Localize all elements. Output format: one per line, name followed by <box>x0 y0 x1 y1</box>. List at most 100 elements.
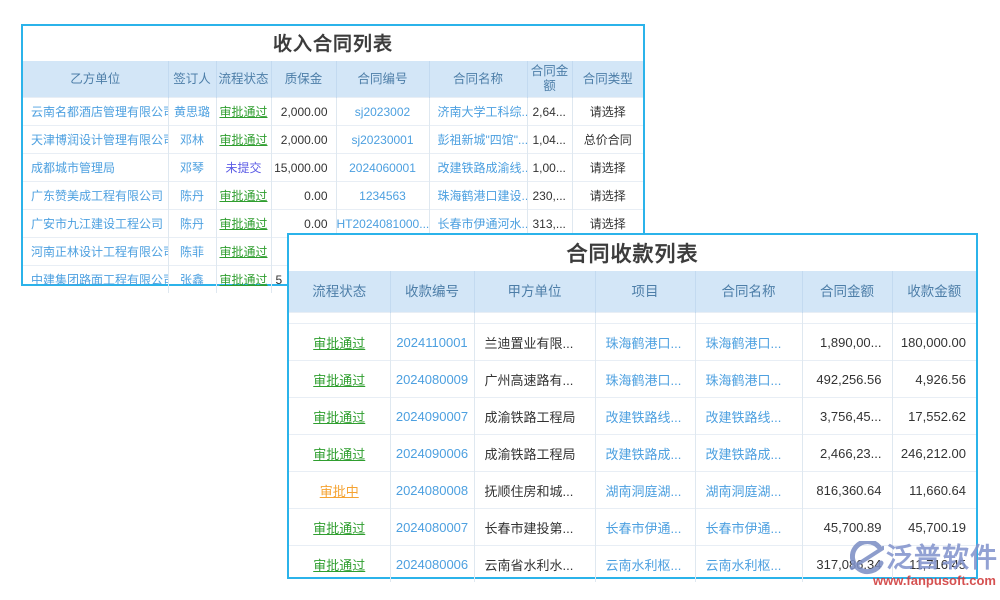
cell-receipt-amount: 45,700.19 <box>908 520 966 535</box>
brand-url: www.fanpusoft.com <box>850 573 998 588</box>
cell-contract-name[interactable]: 彭祖新城"四馆"... <box>438 133 528 147</box>
cell-contract-name[interactable]: 珠海鹤港口建设... <box>438 189 528 203</box>
column-header: 合同金额 <box>527 61 572 98</box>
cell-signer[interactable]: 陈丹 <box>180 189 204 203</box>
table-row[interactable]: 审批通过 2024080007 长春市建投第... 长春市伊通... 长春市伊通... 4… <box>289 509 976 546</box>
cell-process-status[interactable]: 审批通过 <box>219 105 267 119</box>
cell-contract-type[interactable]: 请选择 <box>590 105 626 119</box>
cell-project[interactable]: 改建铁路线... <box>606 410 682 425</box>
cell-project[interactable]: 改建铁路成... <box>606 447 682 462</box>
table-row[interactable]: 广东赞美成工程有限公司陈丹审批通过0.001234563珠海鹤港口建设...23… <box>23 182 643 210</box>
column-header: 收款编号 <box>390 271 474 313</box>
cell-contract-amount: 2,466,23... <box>820 446 881 461</box>
cell-signer[interactable]: 邓琴 <box>180 161 204 175</box>
cell-contract-name[interactable]: 长春市伊通河水... <box>438 217 528 231</box>
cell-process-status[interactable]: 审批通过 <box>313 558 365 573</box>
cell-signer[interactable]: 邓林 <box>180 133 204 147</box>
cell-receipt-number[interactable]: 2024080007 <box>396 520 468 535</box>
column-header: 合同编号 <box>336 61 429 98</box>
cell-contract-number[interactable]: HT2024081000... <box>337 217 430 231</box>
cell-contract-amount: 1,00... <box>533 161 566 175</box>
column-header: 项目 <box>595 271 695 313</box>
cell-process-status[interactable]: 审批中 <box>320 484 359 499</box>
cell-process-status[interactable]: 审批通过 <box>313 373 365 388</box>
cell-receipt-number[interactable]: 2024080006 <box>396 557 468 572</box>
cell-process-status[interactable]: 审批通过 <box>313 336 365 351</box>
cell-contract-name[interactable]: 济南大学工科综... <box>438 105 528 119</box>
cell-contract-number[interactable]: 2024060001 <box>349 161 416 175</box>
cell-contract-name[interactable]: 改建铁路成渝线... <box>438 161 528 175</box>
table-row[interactable]: 审批通过2024080009广州高速路有...珠海鹤港口...珠海鹤港口...4… <box>289 361 976 398</box>
cell-party-b-unit[interactable]: 云南名都酒店管理有限公司 <box>31 105 168 119</box>
cell-contract-number[interactable]: 1234563 <box>359 189 406 203</box>
cell-contract-name[interactable]: 珠海鹤港口... <box>706 373 782 388</box>
cell-signer[interactable]: 张鑫 <box>180 273 204 287</box>
column-header: 合同金额 <box>802 271 892 313</box>
cell-project[interactable]: 珠海鹤港口... <box>606 373 682 388</box>
cell-contract-amount: 2,64... <box>533 105 566 119</box>
cell-project[interactable]: 长春市伊通... <box>606 521 682 536</box>
cell-contract-amount: 816,360.64 <box>816 483 881 498</box>
cell-process-status[interactable]: 审批通过 <box>313 447 365 462</box>
table-row[interactable]: 审批中2024080008抚顺住房和城...湖南洞庭湖...湖南洞庭湖...81… <box>289 472 976 509</box>
cell-receipt-number[interactable]: 2024090006 <box>396 446 468 461</box>
cell-process-status[interactable]: 审批通过 <box>219 189 267 203</box>
cell-signer[interactable]: 黄思璐 <box>174 105 210 119</box>
table-row[interactable]: 审批通过2024110001兰迪置业有限...珠海鹤港口...珠海鹤港口...1… <box>289 324 976 361</box>
cell-receipt-number[interactable]: 2024080008 <box>396 483 468 498</box>
cell-contract-name[interactable]: 云南水利枢... <box>706 558 782 573</box>
window-title: 收入合同列表 <box>23 26 643 61</box>
table-header-row: 乙方单位签订人流程状态质保金合同编号合同名称合同金额合同类型 <box>23 61 643 98</box>
table-row[interactable]: 云南名都酒店管理有限公司黄思璐审批通过2,000.00sj2023002济南大学… <box>23 98 643 126</box>
cell-party-a-unit: 兰迪置业有限... <box>485 336 574 351</box>
cell-party-b-unit[interactable]: 中建集团路面工程有限公司 <box>31 273 168 287</box>
cell-contract-number[interactable]: sj2023002 <box>355 105 410 119</box>
cell-party-b-unit[interactable]: 广安市九江建设工程公司 <box>31 217 163 231</box>
cell-process-status[interactable]: 审批通过 <box>219 217 267 231</box>
table-row[interactable]: 成都城市管理局邓琴未提交15,000.002024060001改建铁路成渝线..… <box>23 154 643 182</box>
cell-party-a-unit: 长春市建投第... <box>485 521 574 536</box>
cell-contract-type[interactable]: 请选择 <box>590 161 626 175</box>
cell-party-b-unit[interactable]: 广东赞美成工程有限公司 <box>31 189 163 203</box>
cell-warranty-deposit: 2,000.00 <box>281 133 328 147</box>
cell-project[interactable]: 珠海鹤港口... <box>606 336 682 351</box>
cell-project[interactable]: 湖南洞庭湖... <box>606 484 682 499</box>
column-header: 签订人 <box>168 61 216 98</box>
cell-receipt-number[interactable]: 2024090007 <box>396 409 468 424</box>
cell-receipt-number[interactable]: 2024110001 <box>396 335 467 350</box>
cell-contract-name[interactable]: 珠海鹤港口... <box>706 336 782 351</box>
cell-signer[interactable]: 陈丹 <box>180 217 204 231</box>
column-header: 合同名称 <box>429 61 527 98</box>
cell-project[interactable]: 云南水利枢... <box>606 558 682 573</box>
cell-party-b-unit[interactable]: 成都城市管理局 <box>31 161 115 175</box>
cell-party-b-unit[interactable]: 河南正林设计工程有限公司 <box>31 245 168 259</box>
fanpusoft-watermark: 泛普软件 www.fanpusoft.com <box>850 541 998 588</box>
cell-receipt-number[interactable]: 2024080009 <box>396 372 468 387</box>
cell-process-status[interactable]: 审批通过 <box>313 410 365 425</box>
contract-receipt-table: 流程状态收款编号甲方单位项目合同名称合同金额收款金额 审批通过 202411000… <box>289 271 976 582</box>
cell-contract-type[interactable]: 请选择 <box>590 189 626 203</box>
cell-process-status[interactable]: 审批通过 <box>219 273 267 287</box>
table-row[interactable]: 天津博润设计管理有限公司邓林 审批通过 2,000.00 sj20230001 彭祖新城… <box>23 126 643 154</box>
cell-contract-amount: 492,256.56 <box>816 372 881 387</box>
cell-process-status[interactable]: 审批通过 <box>219 245 267 259</box>
cell-contract-name[interactable]: 改建铁路成... <box>706 447 782 462</box>
column-header: 甲方单位 <box>474 271 595 313</box>
cell-contract-name[interactable]: 长春市伊通... <box>706 521 782 536</box>
cell-warranty-deposit: 0.00 <box>304 189 327 203</box>
table-row[interactable]: 审批通过2024090006成渝铁路工程局改建铁路成...改建铁路成...2,4… <box>289 435 976 472</box>
table-row[interactable]: 审批通过2024090007成渝铁路工程局改建铁路线...改建铁路线...3,7… <box>289 398 976 435</box>
cell-process-status[interactable]: 未提交 <box>225 161 261 175</box>
table-header-row: 流程状态收款编号甲方单位项目合同名称合同金额收款金额 <box>289 271 976 313</box>
cell-contract-type[interactable]: 请选择 <box>590 217 626 231</box>
cell-contract-name[interactable]: 改建铁路线... <box>706 410 782 425</box>
cell-contract-number[interactable]: sj20230001 <box>351 133 413 147</box>
cell-contract-amount: 1,04... <box>533 133 566 147</box>
cell-process-status[interactable]: 审批通过 <box>219 133 267 147</box>
cell-party-b-unit[interactable]: 天津博润设计管理有限公司 <box>31 133 168 147</box>
cell-contract-name[interactable]: 湖南洞庭湖... <box>706 484 782 499</box>
cell-process-status[interactable]: 审批通过 <box>313 521 365 536</box>
cell-signer[interactable]: 陈菲 <box>180 245 204 259</box>
cell-contract-type[interactable]: 总价合同 <box>584 133 632 147</box>
brand-name: 泛普软件 <box>886 543 998 573</box>
